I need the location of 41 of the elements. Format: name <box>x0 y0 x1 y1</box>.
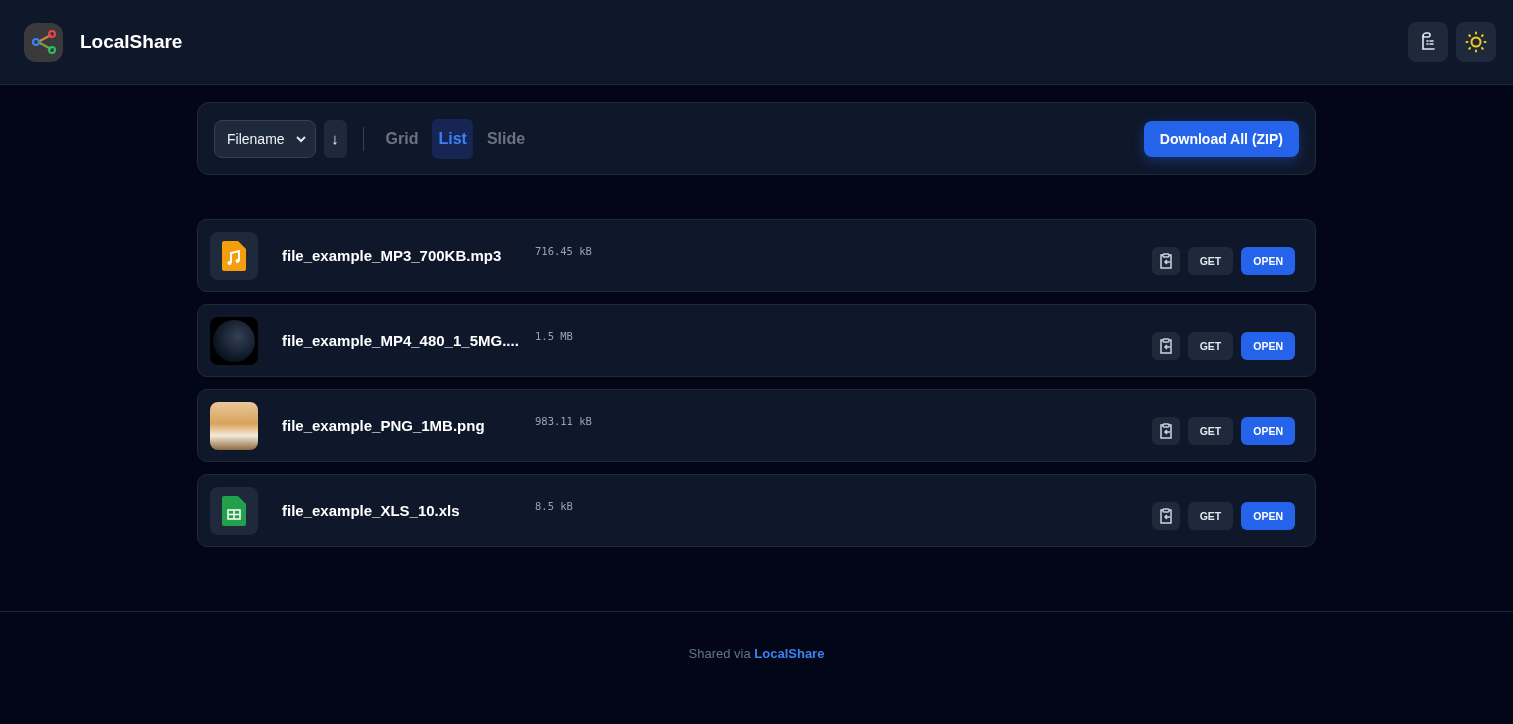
clipboard-arrow-icon <box>1158 252 1173 269</box>
localshare-link[interactable]: LocalShare <box>754 646 825 661</box>
view-tab[interactable]: Slide <box>480 118 532 159</box>
clipboard-list-button[interactable] <box>1408 22 1448 62</box>
get-button[interactable]: GET <box>1187 416 1234 445</box>
file-name: file_example_XLS_10.xls <box>282 500 461 521</box>
file-name: file_example_MP4_480_1_5MG.... <box>282 330 520 351</box>
download-all-button[interactable]: Download All (ZIP) <box>1143 120 1299 157</box>
audio-file-icon <box>210 231 258 280</box>
photo-placeholder <box>210 316 258 365</box>
app-title: LocalShare <box>80 31 183 53</box>
footer-text: Shared via LocalShare <box>688 646 825 663</box>
file-size: 716.45 kB <box>535 244 592 257</box>
file-size: 983.11 kB <box>535 414 592 427</box>
file-size: 8.5 kB <box>535 499 573 512</box>
view-tab[interactable]: Grid <box>379 118 425 159</box>
view-tab[interactable]: List <box>432 118 473 159</box>
clipboard-arrow-icon <box>1158 507 1173 524</box>
sort-select[interactable]: Filename <box>214 119 316 158</box>
file-size: 1.5 MB <box>535 329 573 342</box>
spreadsheet-file-icon <box>210 486 258 535</box>
get-button[interactable]: GET <box>1187 246 1234 275</box>
get-button[interactable]: GET <box>1187 331 1234 360</box>
file-name: file_example_PNG_1MB.png <box>282 415 486 436</box>
photo-placeholder <box>210 401 258 450</box>
open-button[interactable]: OPEN <box>1241 246 1295 275</box>
open-button[interactable]: OPEN <box>1241 501 1295 530</box>
clipboard-copy-button[interactable] <box>1151 416 1180 445</box>
clipboard-copy-button[interactable] <box>1151 246 1180 275</box>
get-button[interactable]: GET <box>1187 501 1234 530</box>
clipboard-arrow-icon <box>1158 337 1173 354</box>
share-logo-icon <box>24 22 63 62</box>
clipboard-copy-button[interactable] <box>1151 501 1180 530</box>
file-name: file_example_MP3_700KB.mp3 <box>282 245 503 266</box>
sort-direction-button[interactable]: ↓ <box>323 119 347 158</box>
clipboard-copy-button[interactable] <box>1151 331 1180 360</box>
open-button[interactable]: OPEN <box>1241 331 1295 360</box>
open-button[interactable]: OPEN <box>1241 416 1295 445</box>
clipboard-arrow-icon <box>1158 422 1173 439</box>
sun-theme-button[interactable] <box>1456 22 1496 62</box>
sun-icon <box>1465 31 1487 53</box>
